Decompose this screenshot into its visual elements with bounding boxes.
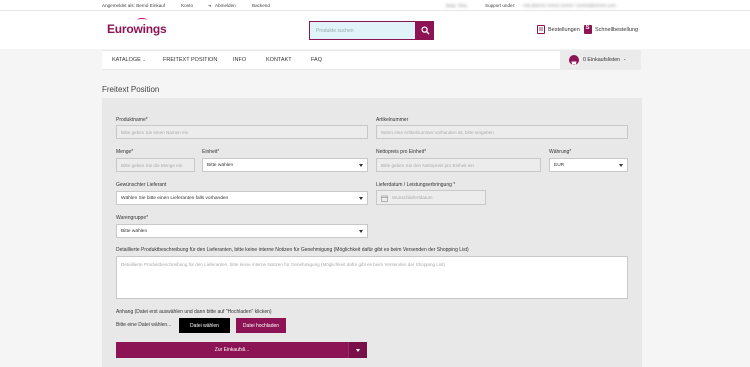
page-title: Freitext Position bbox=[102, 85, 160, 94]
nav-item-info[interactable]: INFO bbox=[233, 57, 246, 63]
einheit-label: Einheit* bbox=[202, 149, 220, 155]
nav-item-faq[interactable]: FAQ bbox=[311, 57, 322, 63]
waehrung-select[interactable]: EUR bbox=[549, 158, 628, 172]
waehrung-label: Währung* bbox=[549, 149, 572, 155]
lieferant-select[interactable]: Wählen Sie bitte einen Lieferanten falls… bbox=[116, 191, 368, 205]
nav-item-freitext[interactable]: FREITEXT POSITION bbox=[163, 57, 217, 63]
backend-link[interactable]: Backend bbox=[252, 3, 270, 8]
search-icon bbox=[420, 26, 430, 35]
konto-link[interactable]: Konto bbox=[181, 3, 193, 8]
orders-icon bbox=[537, 25, 545, 34]
caret-down-icon bbox=[359, 164, 363, 167]
quick-order-icon: S bbox=[584, 25, 592, 34]
logo-swoosh-icon bbox=[137, 18, 147, 22]
anhang-label: Anhang (Datei erst auswählen und dann bi… bbox=[116, 309, 272, 315]
schnellbestellung-link[interactable]: Schnellbestellung bbox=[595, 27, 638, 33]
nav-item-kontakt[interactable]: KONTAKT bbox=[266, 57, 292, 63]
chevron-down-icon: ⌄ bbox=[623, 56, 627, 61]
support-contact: +49 (0)XXX XXXX XXXX / XXXX@XXXX.com bbox=[522, 3, 616, 8]
nettopreis-input[interactable]: Bitte geben Sie den Nettopreis pro Einhe… bbox=[376, 158, 541, 172]
beschreibung-textarea[interactable]: Detaillierte Produktbeschreibung für den… bbox=[116, 256, 628, 299]
beschreibung-label: Detaillierte Produktbeschreibung für den… bbox=[116, 247, 469, 253]
cart-icon bbox=[569, 55, 579, 67]
lieferant-label: Gewünschter Lieferant bbox=[116, 182, 167, 188]
eurowings-logo[interactable]: Eurowings bbox=[107, 18, 167, 36]
logged-in-as: Angemeldet als: Bernd Einkauf bbox=[102, 3, 166, 8]
nav-item-kataloge[interactable]: KATALOGE ⌄ bbox=[112, 57, 146, 63]
menge-input[interactable]: Bitte geben Sie die Menge ein bbox=[116, 158, 195, 172]
artikelnummer-input[interactable]: Wenn eine Artikelnummer vorhanden ist, b… bbox=[376, 125, 628, 139]
warengruppe-label: Warengruppe* bbox=[116, 215, 149, 221]
menge-label: Menge* bbox=[116, 149, 134, 155]
bestellungen-link[interactable]: Bestellungen bbox=[548, 27, 580, 33]
calendar-icon bbox=[381, 195, 388, 202]
produktname-label: Produktname* bbox=[116, 117, 148, 123]
no-file-text: Bitte eine Datei wählen... bbox=[116, 322, 172, 328]
caret-down-icon bbox=[359, 197, 363, 200]
einheit-select[interactable]: Bitte wählen bbox=[202, 158, 368, 172]
search-input[interactable]: Produkte suchen bbox=[309, 21, 416, 40]
lieferdatum-input[interactable]: Wunschliefertdatum bbox=[376, 190, 486, 205]
support-name: Baar, Test, bbox=[446, 3, 468, 8]
cart-label: 0 Einkaufslisten bbox=[583, 57, 621, 63]
artikelnummer-label: Artikelnummer bbox=[376, 117, 409, 123]
abmelden-link[interactable]: Abmelden bbox=[215, 3, 236, 8]
warengruppe-select[interactable]: Bitte wählen bbox=[116, 224, 368, 238]
logout-icon: ➜ bbox=[208, 3, 212, 8]
add-to-shopping-list-button[interactable]: Zur Einkaufsli... bbox=[116, 342, 348, 358]
lieferdatum-label: Lieferdatum / Leistungserbringung * bbox=[376, 182, 456, 188]
caret-down-icon bbox=[359, 230, 363, 233]
produktname-input[interactable]: Bitte geben Sie einen Namen ein bbox=[116, 125, 368, 139]
submit-dropdown-toggle[interactable] bbox=[348, 342, 367, 358]
nettopreis-label: Nettopreis pro Einheit* bbox=[376, 149, 427, 155]
top-bar: Angemeldet als: Bernd Einkauf Konto ➜ Ab… bbox=[0, 0, 750, 11]
upload-file-button[interactable]: Datei hochladen bbox=[236, 318, 286, 333]
caret-down-icon bbox=[619, 164, 623, 167]
caret-down-icon bbox=[356, 348, 360, 352]
support-label: Support under: bbox=[485, 3, 516, 8]
choose-file-button[interactable]: Datei wählen bbox=[179, 318, 230, 333]
chevron-down-icon: ⌄ bbox=[142, 57, 146, 62]
search-button[interactable] bbox=[416, 21, 434, 40]
